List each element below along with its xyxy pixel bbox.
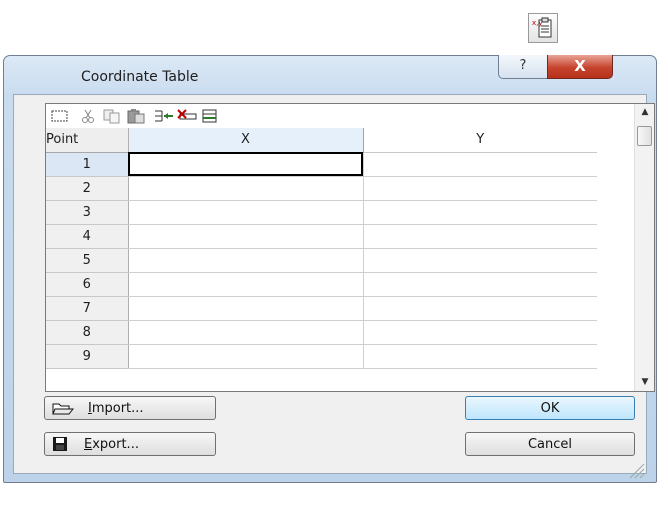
insert-row-icon[interactable] xyxy=(153,106,175,126)
cell-y[interactable] xyxy=(363,296,597,321)
resize-grip-icon[interactable] xyxy=(625,460,655,530)
cell-x[interactable] xyxy=(128,200,364,225)
cell-x[interactable] xyxy=(128,296,364,321)
table-row: 3 xyxy=(46,200,597,225)
table-row: 2 xyxy=(46,176,597,201)
table-row: 1 xyxy=(46,152,597,177)
cell-y[interactable] xyxy=(363,224,597,249)
window-title: Coordinate Table xyxy=(81,69,199,85)
import-button[interactable]: Import... xyxy=(44,396,216,420)
scroll-up-arrow-icon[interactable]: ▲ xyxy=(635,104,654,121)
save-disk-icon xyxy=(53,437,67,451)
ok-button[interactable]: OK xyxy=(465,396,635,420)
cell-x[interactable] xyxy=(128,320,364,345)
cut-icon[interactable] xyxy=(80,106,96,126)
cell-y[interactable] xyxy=(363,176,597,201)
coordinate-table: Point X Y 1 2 3 4 5 6 7 8 9 xyxy=(46,128,597,369)
cell-y[interactable] xyxy=(363,248,597,273)
row-header[interactable]: 7 xyxy=(46,296,129,321)
coordinate-grid: Point X Y 1 2 3 4 5 6 7 8 9 ▲ ▼ xyxy=(45,103,655,392)
cell-x[interactable] xyxy=(128,176,364,201)
table-row: 8 xyxy=(46,320,597,345)
row-header[interactable]: 1 xyxy=(46,152,129,177)
row-header[interactable]: 5 xyxy=(46,248,129,273)
row-header[interactable]: 4 xyxy=(46,224,129,249)
table-row: 7 xyxy=(46,296,597,321)
vertical-scrollbar[interactable]: ▲ ▼ xyxy=(634,104,654,391)
close-button[interactable]: X xyxy=(547,55,613,79)
column-header-point: Point xyxy=(46,128,129,153)
cell-y[interactable] xyxy=(363,344,597,369)
append-row-icon[interactable] xyxy=(201,106,219,126)
table-row: 4 xyxy=(46,224,597,249)
table-row: 6 xyxy=(46,272,597,297)
paste-icon[interactable] xyxy=(126,106,146,126)
column-header-y[interactable]: Y xyxy=(363,128,597,153)
open-folder-icon xyxy=(52,403,74,415)
cell-y[interactable] xyxy=(363,200,597,225)
svg-text:x,y: x,y xyxy=(532,19,543,27)
copy-icon[interactable] xyxy=(102,106,122,126)
select-all-icon[interactable] xyxy=(51,106,69,126)
table-row: 9 xyxy=(46,344,597,369)
scroll-thumb[interactable] xyxy=(637,126,652,146)
row-header[interactable]: 3 xyxy=(46,200,129,225)
cell-x[interactable] xyxy=(128,272,364,297)
row-header[interactable]: 2 xyxy=(46,176,129,201)
row-header[interactable]: 9 xyxy=(46,344,129,369)
cell-x[interactable] xyxy=(128,248,364,273)
import-button-label: Import... xyxy=(88,400,144,416)
cell-y[interactable] xyxy=(363,152,597,177)
coordinate-table-icon[interactable]: x,y xyxy=(528,13,558,43)
export-button[interactable]: Export... xyxy=(44,432,216,456)
cell-y[interactable] xyxy=(363,272,597,297)
cancel-button[interactable]: Cancel xyxy=(465,432,635,456)
row-header[interactable]: 6 xyxy=(46,272,129,297)
export-button-label: Export... xyxy=(84,436,139,452)
row-header[interactable]: 8 xyxy=(46,320,129,345)
scroll-down-arrow-icon[interactable]: ▼ xyxy=(635,374,654,391)
cell-x[interactable] xyxy=(128,344,364,369)
column-header-x[interactable]: X xyxy=(128,128,364,153)
delete-row-icon[interactable] xyxy=(176,106,198,126)
cell-x[interactable] xyxy=(128,152,364,177)
cell-x[interactable] xyxy=(128,224,364,249)
table-row: 5 xyxy=(46,248,597,273)
cell-y[interactable] xyxy=(363,320,597,345)
help-button[interactable]: ? xyxy=(498,55,548,79)
